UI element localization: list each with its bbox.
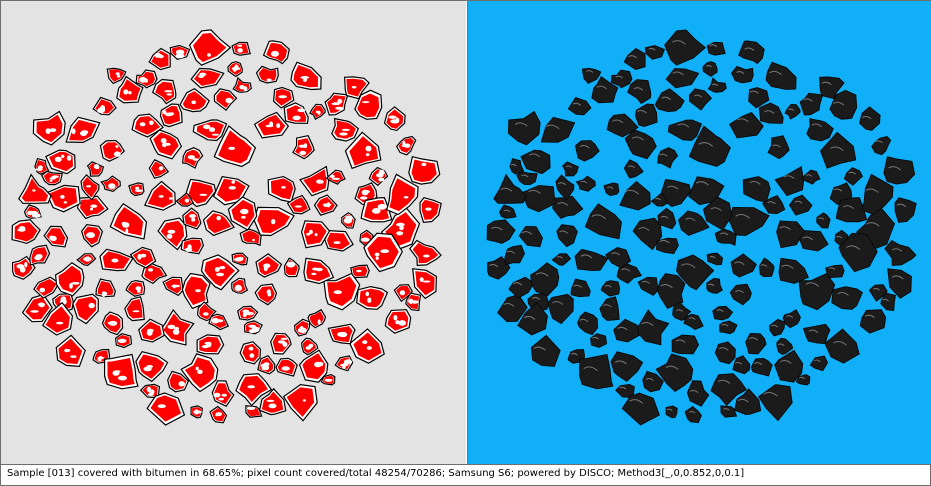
mask-particle <box>114 333 133 349</box>
mask-particle <box>231 41 251 56</box>
photo-particle <box>731 65 754 84</box>
app-window: Sample [013] covered with bitumen in 68.… <box>0 0 931 486</box>
mask-particle <box>190 405 203 419</box>
photo-particle <box>706 41 726 56</box>
mask-particle <box>255 65 279 84</box>
original-photo-image <box>468 1 931 464</box>
coverage-mask-image <box>1 1 466 464</box>
mask-particle <box>196 334 225 355</box>
mask-particle <box>103 353 139 390</box>
coverage-mask-panel <box>1 1 466 464</box>
photo-particle <box>579 354 614 390</box>
status-bar: Sample [013] covered with bitumen in 68.… <box>1 464 930 485</box>
original-photo-panel <box>467 1 931 464</box>
photo-particle <box>671 334 700 355</box>
status-text: Sample [013] covered with bitumen in 68.… <box>7 468 745 479</box>
